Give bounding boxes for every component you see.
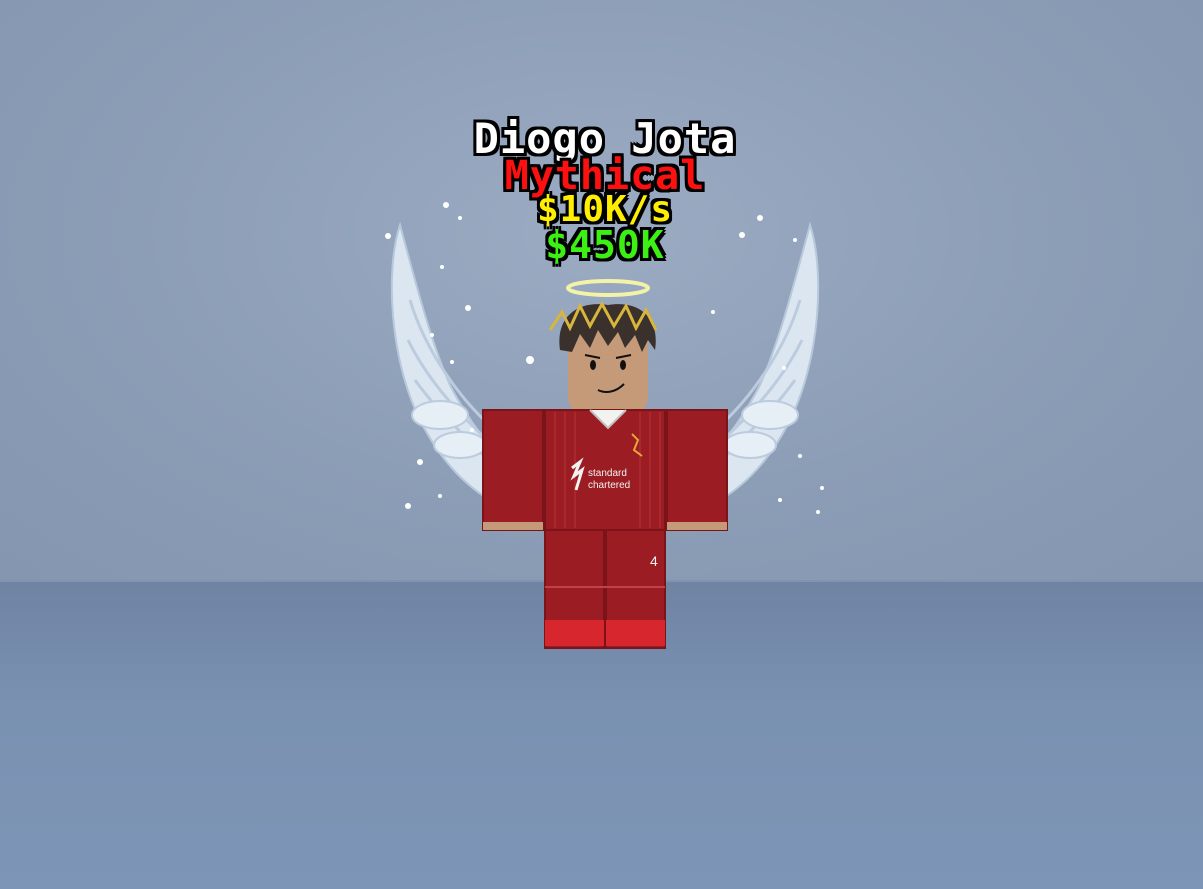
shorts-number: 4	[650, 553, 658, 569]
avatar-right-arm	[666, 409, 728, 531]
jersey-sponsor-line2: chartered	[588, 480, 630, 491]
character-billboard: Diogo Jota Mythical $10K/s $450K	[380, 114, 830, 267]
avatar-torso: standard chartered	[544, 409, 666, 531]
avatar-character[interactable]: standard chartered 4	[380, 200, 830, 660]
avatar-head	[548, 300, 658, 415]
price-label: $450K	[545, 223, 665, 267]
jersey-sponsor-line1: standard	[588, 468, 627, 479]
rarity-label: Mythical	[504, 153, 706, 199]
halo-icon	[566, 279, 650, 297]
game-viewport[interactable]: standard chartered 4 Diogo Jota Mythical…	[0, 0, 1203, 889]
avatar-legs: 4	[544, 529, 666, 649]
avatar-left-arm	[482, 409, 544, 531]
character-name: Diogo Jota	[473, 114, 737, 163]
